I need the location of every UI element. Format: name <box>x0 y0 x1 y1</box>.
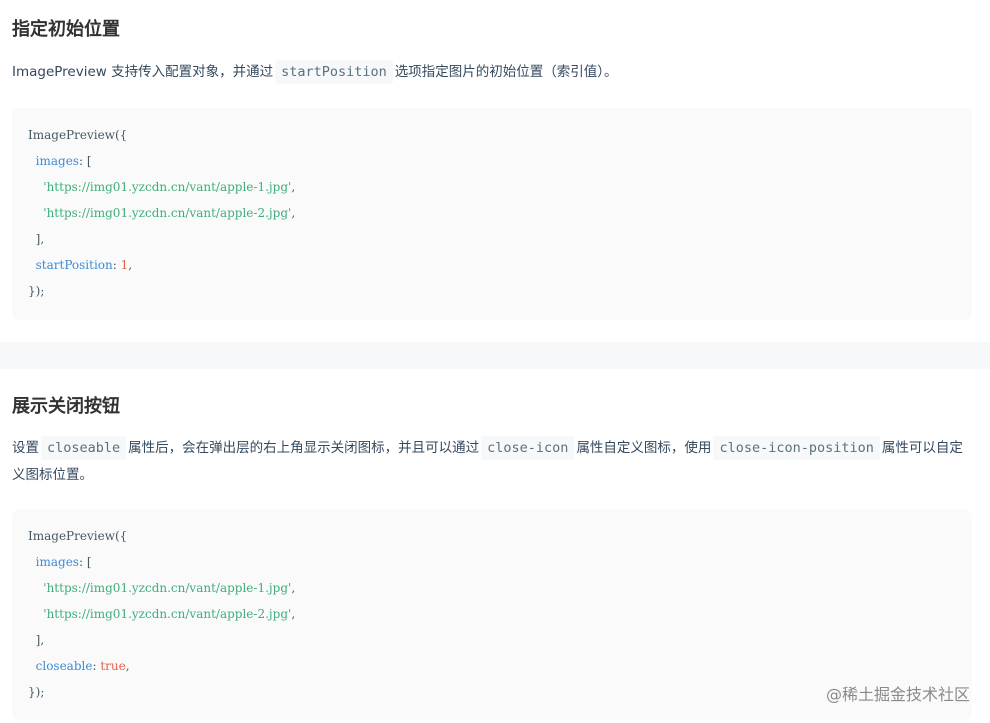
inline-code: close-icon <box>481 436 575 460</box>
code-token: ], <box>35 232 45 246</box>
section-close-button: 展示关闭按钮 设置 closeable 属性后，会在弹出层的右上角显示关闭图标，并且… <box>0 369 990 723</box>
code-token: closeable <box>35 659 93 673</box>
code-line: closeable: true, <box>35 659 130 673</box>
desc-text: 设置 <box>12 440 39 456</box>
code-token: ], <box>35 633 45 647</box>
desc-text: ImagePreview 支持传入配置对象，并通过 <box>12 64 274 80</box>
code-line: ], <box>28 627 956 653</box>
code-line: ImagePreview({ <box>28 122 956 148</box>
section-start-position: 指定初始位置 ImagePreview 支持传入配置对象，并通过 startPos… <box>0 0 990 342</box>
code-token: ImagePreview({ <box>28 128 128 142</box>
code-line: 'https://img01.yzcdn.cn/vant/apple-1.jpg… <box>43 581 296 595</box>
code-token: 'https://img01.yzcdn.cn/vant/apple-2.jpg… <box>43 607 292 621</box>
code-line: 'https://img01.yzcdn.cn/vant/apple-1.jpg… <box>43 180 296 194</box>
code-token: images <box>35 154 79 168</box>
code-token: }); <box>28 685 45 699</box>
code-token: ImagePreview({ <box>28 529 128 543</box>
inline-code: startPosition <box>275 60 393 84</box>
code-line: }); <box>28 278 956 304</box>
code-block: ImagePreview({ images: [ 'https://img01.… <box>12 108 972 320</box>
code-token: 'https://img01.yzcdn.cn/vant/apple-1.jpg… <box>43 180 292 194</box>
code-line: startPosition: 1, <box>35 258 133 272</box>
code-token: true <box>100 659 126 673</box>
inline-code: close-icon-position <box>713 436 880 460</box>
watermark: @稀土掘金技术社区 <box>825 685 970 704</box>
code-token: [ <box>86 555 92 569</box>
code-token: }); <box>28 284 45 298</box>
code-token: images <box>35 555 79 569</box>
code-line: ], <box>28 226 956 252</box>
desc-text: 属性后，会在弹出层的右上角显示关闭图标，并且可以通过 <box>128 440 480 456</box>
desc-text: 属性自定义图标，使用 <box>576 440 712 456</box>
section-description: 设置 closeable 属性后，会在弹出层的右上角显示关闭图标，并且可以通过 clo… <box>12 435 976 489</box>
code-token: 1 <box>120 258 129 272</box>
code-token: startPosition <box>35 258 113 272</box>
code-line: images: [ <box>35 154 92 168</box>
section-description: ImagePreview 支持传入配置对象，并通过 startPosition 选项… <box>12 59 976 86</box>
inline-code: closeable <box>41 436 127 460</box>
code-line: images: [ <box>35 555 92 569</box>
code-token: 'https://img01.yzcdn.cn/vant/apple-2.jpg… <box>43 206 292 220</box>
code-line: ImagePreview({ <box>28 523 956 549</box>
code-line: 'https://img01.yzcdn.cn/vant/apple-2.jpg… <box>43 206 296 220</box>
code-token: [ <box>86 154 92 168</box>
section-title: 展示关闭按钮 <box>12 396 120 417</box>
section-title: 指定初始位置 <box>12 19 120 40</box>
code-line: 'https://img01.yzcdn.cn/vant/apple-2.jpg… <box>43 607 296 621</box>
desc-text: 选项指定图片的初始位置（索引值）。 <box>394 64 618 80</box>
code-line: }); <box>28 679 956 705</box>
code-token: 'https://img01.yzcdn.cn/vant/apple-1.jpg… <box>43 581 292 595</box>
